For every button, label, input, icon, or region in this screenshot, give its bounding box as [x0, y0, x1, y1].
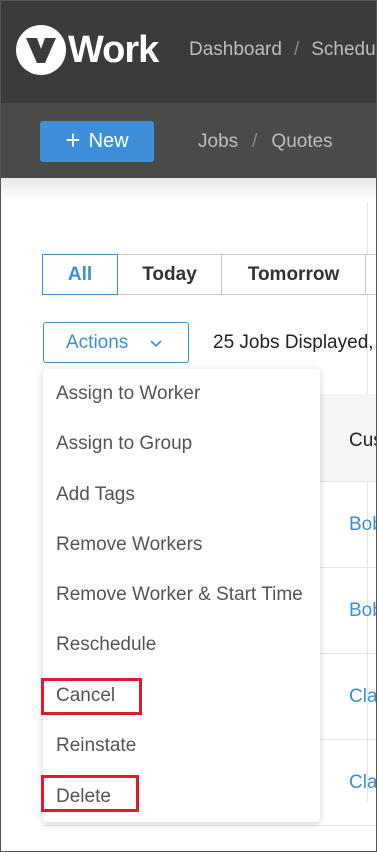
plus-icon: + [65, 125, 81, 155]
actions-dropdown-button[interactable]: Actions [43, 322, 189, 363]
menu-item-reschedule[interactable]: Reschedule [56, 634, 156, 656]
logo[interactable]: Work [16, 23, 159, 77]
delete-highlight-box [41, 775, 139, 812]
filter-tabs: All Today Tomorrow [42, 254, 376, 295]
jobs-count: 25 Jobs Displayed, [213, 332, 374, 353]
app-frame: Work Dashboard / Schedu + New Jobs / Quo… [0, 0, 377, 852]
logo-v-icon [26, 38, 56, 63]
new-button[interactable]: + New [40, 121, 154, 162]
new-button-label: New [88, 130, 129, 152]
tab-all[interactable]: All [42, 254, 118, 295]
sub-nav: Jobs / Quotes [198, 131, 333, 153]
breadcrumb-separator: / [293, 39, 300, 60]
sub-toolbar: + New Jobs / Quotes [1, 103, 376, 178]
chevron-down-icon [150, 336, 162, 351]
breadcrumb: Dashboard / Schedu [189, 39, 376, 61]
logo-mark [16, 25, 66, 75]
row-customer[interactable]: Bob [349, 514, 376, 536]
row-customer[interactable]: Cla [349, 686, 376, 708]
toolbar-shadow [1, 178, 376, 202]
breadcrumb-dashboard[interactable]: Dashboard [189, 39, 282, 61]
logo-text: Work [68, 28, 159, 71]
menu-item-reinstate[interactable]: Reinstate [56, 735, 136, 757]
nav-jobs[interactable]: Jobs [198, 131, 238, 153]
actions-label: Actions [66, 331, 129, 353]
menu-item-assign-worker[interactable]: Assign to Worker [56, 383, 200, 405]
row-customer[interactable]: Bob [349, 600, 376, 622]
tab-tomorrow[interactable]: Tomorrow [221, 254, 366, 295]
menu-item-add-tags[interactable]: Add Tags [56, 484, 135, 506]
actions-menu: Assign to Worker Assign to Group Add Tag… [43, 369, 320, 822]
breadcrumb-schedule[interactable]: Schedu [311, 39, 375, 61]
column-header-customer[interactable]: Cus [349, 430, 376, 452]
row-customer[interactable]: Cla [349, 772, 376, 794]
nav-quotes[interactable]: Quotes [271, 131, 332, 153]
cancel-highlight-box [41, 678, 142, 715]
menu-item-assign-group[interactable]: Assign to Group [56, 433, 192, 455]
tab-more[interactable] [365, 254, 376, 295]
tab-today[interactable]: Today [117, 254, 222, 295]
nav-separator: / [252, 131, 258, 152]
top-bar: Work Dashboard / Schedu [1, 1, 376, 103]
menu-item-remove-worker-start-time[interactable]: Remove Worker & Start Time [56, 584, 303, 606]
menu-item-remove-workers[interactable]: Remove Workers [56, 534, 202, 556]
